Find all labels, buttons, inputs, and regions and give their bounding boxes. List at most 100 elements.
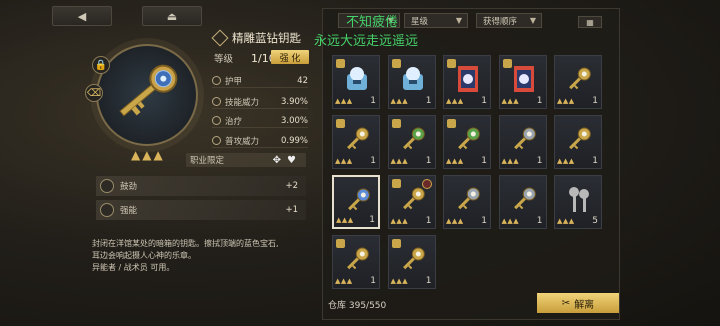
item-stars: ▲▲▲ bbox=[131, 148, 165, 162]
star-rating: ▲▲▲ bbox=[446, 217, 464, 225]
lock-icon bbox=[336, 119, 345, 128]
skill-value: +1 bbox=[285, 205, 298, 215]
lock-icon bbox=[391, 179, 401, 188]
inventory-slot[interactable]: ▲▲▲ 1 bbox=[554, 55, 602, 109]
inventory-slot[interactable]: ▲▲▲ 1 bbox=[498, 55, 547, 109]
key-icon bbox=[348, 188, 370, 211]
job-restriction: 职业限定 ✥♥ bbox=[186, 153, 306, 167]
inventory-slot[interactable]: ▲▲▲ 1 bbox=[443, 55, 491, 109]
inventory-slot[interactable]: ▲▲▲ 1 bbox=[387, 55, 436, 109]
chest-icon bbox=[402, 67, 423, 90]
inventory-slot[interactable]: ▲▲▲ 1 bbox=[387, 235, 436, 289]
card-icon bbox=[513, 66, 534, 92]
eject-icon: ⏏ bbox=[166, 9, 178, 23]
key-icon bbox=[347, 127, 369, 150]
back-button[interactable]: ◀ bbox=[52, 6, 112, 26]
item-count: 1 bbox=[536, 216, 543, 226]
star-rating: ▲▲▲ bbox=[335, 97, 353, 105]
key-icon bbox=[402, 127, 425, 150]
lock-icon bbox=[391, 59, 401, 68]
item-description: 封闭在洋馆某处的暗箱的钥匙。擦拭顶端的蓝色宝石, 耳边会响起摄人心神的乐章。 异… bbox=[92, 238, 312, 274]
star-rating: ▲▲▲ bbox=[390, 157, 409, 165]
filter-label: 星级 bbox=[411, 16, 429, 27]
card-icon bbox=[458, 66, 478, 92]
skill-row[interactable]: 鼓劲 +2 bbox=[96, 176, 306, 196]
inventory-slot[interactable]: ▲▲▲ 1 bbox=[554, 115, 602, 169]
key-icon bbox=[458, 187, 480, 210]
keys-icon bbox=[569, 187, 589, 212]
item-count: 1 bbox=[425, 96, 432, 106]
lock-icon bbox=[336, 239, 345, 248]
item-count: 1 bbox=[370, 96, 376, 106]
inventory-slot[interactable]: ▲▲▲ 1 bbox=[498, 115, 547, 169]
star-rating: ▲▲▲ bbox=[390, 97, 409, 105]
sort-order-dropdown[interactable]: 获得顺序 ▼ bbox=[476, 13, 542, 28]
lock-icon[interactable]: 🔒 bbox=[92, 56, 110, 74]
shield-icon bbox=[212, 76, 221, 85]
grid-icon[interactable]: ▦ bbox=[578, 16, 602, 28]
inventory-slot[interactable]: ▲▲▲ 1 bbox=[387, 175, 436, 229]
lock-icon bbox=[336, 59, 345, 68]
item-count: 1 bbox=[536, 156, 543, 166]
item-count: 1 bbox=[592, 96, 598, 106]
item-count: 1 bbox=[481, 96, 487, 106]
skill-row[interactable]: 强能 +1 bbox=[96, 200, 306, 220]
filter-label: 获得顺序 bbox=[483, 16, 518, 27]
item-count: 1 bbox=[481, 156, 487, 166]
skill-icon bbox=[100, 179, 114, 193]
inventory-slot[interactable]: ▲▲▲ 1 bbox=[498, 175, 547, 229]
star-rating: ▲▲▲ bbox=[501, 157, 520, 165]
stat-name: 治疗 bbox=[225, 116, 243, 127]
inventory-slot[interactable]: ▲▲▲ 1 bbox=[387, 115, 436, 169]
chest-icon bbox=[347, 67, 367, 90]
decompose-button[interactable]: ✂ 解离 bbox=[537, 293, 619, 313]
stat-name: 普攻威力 bbox=[225, 136, 260, 147]
lock-icon bbox=[447, 119, 456, 128]
key-icon bbox=[513, 187, 536, 210]
level-label: 等级 bbox=[214, 54, 234, 65]
item-count: 1 bbox=[536, 96, 543, 106]
skill-name: 强能 bbox=[120, 206, 138, 216]
stat-value: 42 bbox=[297, 75, 308, 86]
inventory-slot[interactable]: ▲▲▲ 1 bbox=[443, 115, 491, 169]
item-count: 1 bbox=[369, 215, 375, 225]
stat-value: 3.00% bbox=[280, 115, 308, 126]
item-count: 1 bbox=[425, 216, 432, 226]
decompose-label: 解离 bbox=[574, 299, 595, 311]
chevron-down-icon: ▼ bbox=[455, 16, 462, 25]
item-count: 1 bbox=[481, 216, 487, 226]
star-rating: ▲▲▲ bbox=[335, 277, 353, 285]
watermark-text: 永远大远走远遥远 bbox=[314, 34, 419, 49]
star-rating: ▲▲▲ bbox=[557, 97, 575, 105]
inventory-slot[interactable]: ▲▲▲ 5 bbox=[554, 175, 602, 229]
item-count: 1 bbox=[425, 276, 432, 286]
inventory-slot[interactable]: ▲▲▲ 1 bbox=[443, 175, 491, 229]
item-count: 1 bbox=[370, 156, 376, 166]
triangle-left-icon: ◀ bbox=[77, 9, 87, 23]
diamond-icon bbox=[211, 29, 229, 47]
level-row: 等级 1/10 bbox=[214, 51, 276, 66]
stat-name: 护甲 bbox=[225, 76, 243, 87]
skill-value: +2 bbox=[285, 181, 298, 191]
description-line: 封闭在洋馆某处的暗箱的钥匙。擦拭顶端的蓝色宝石, bbox=[92, 239, 279, 248]
menu-button[interactable]: ⏏ bbox=[142, 6, 202, 26]
item-count: 1 bbox=[370, 276, 376, 286]
inventory-slot[interactable]: ▲▲▲ 1 bbox=[332, 55, 380, 109]
upgrade-button[interactable]: 强 化 bbox=[271, 50, 309, 64]
item-count: 1 bbox=[425, 156, 432, 166]
sort-star-dropdown[interactable]: 星级 ▼ bbox=[404, 13, 468, 28]
key-icon bbox=[347, 247, 369, 270]
star-rating: ▲▲▲ bbox=[336, 216, 354, 224]
stat-name: 技能威力 bbox=[225, 97, 260, 108]
inventory-slot[interactable]: ▲▲▲ 1 bbox=[332, 115, 380, 169]
trash-icon[interactable]: ⌫ bbox=[85, 84, 103, 102]
description-line: 异能者 / 战术员 可用。 bbox=[92, 263, 175, 272]
key-icon bbox=[569, 67, 591, 90]
inventory-slot[interactable]: ▲▲▲ 1 bbox=[332, 235, 380, 289]
job-icons: ✥♥ bbox=[272, 154, 302, 166]
inventory-slot[interactable]: ▲▲▲ 1 bbox=[332, 175, 380, 229]
lock-icon bbox=[502, 59, 512, 68]
decompose-icon: ✂ bbox=[561, 297, 571, 309]
stat-row: 技能威力 3.90% bbox=[212, 95, 308, 109]
star-rating: ▲▲▲ bbox=[446, 157, 464, 165]
